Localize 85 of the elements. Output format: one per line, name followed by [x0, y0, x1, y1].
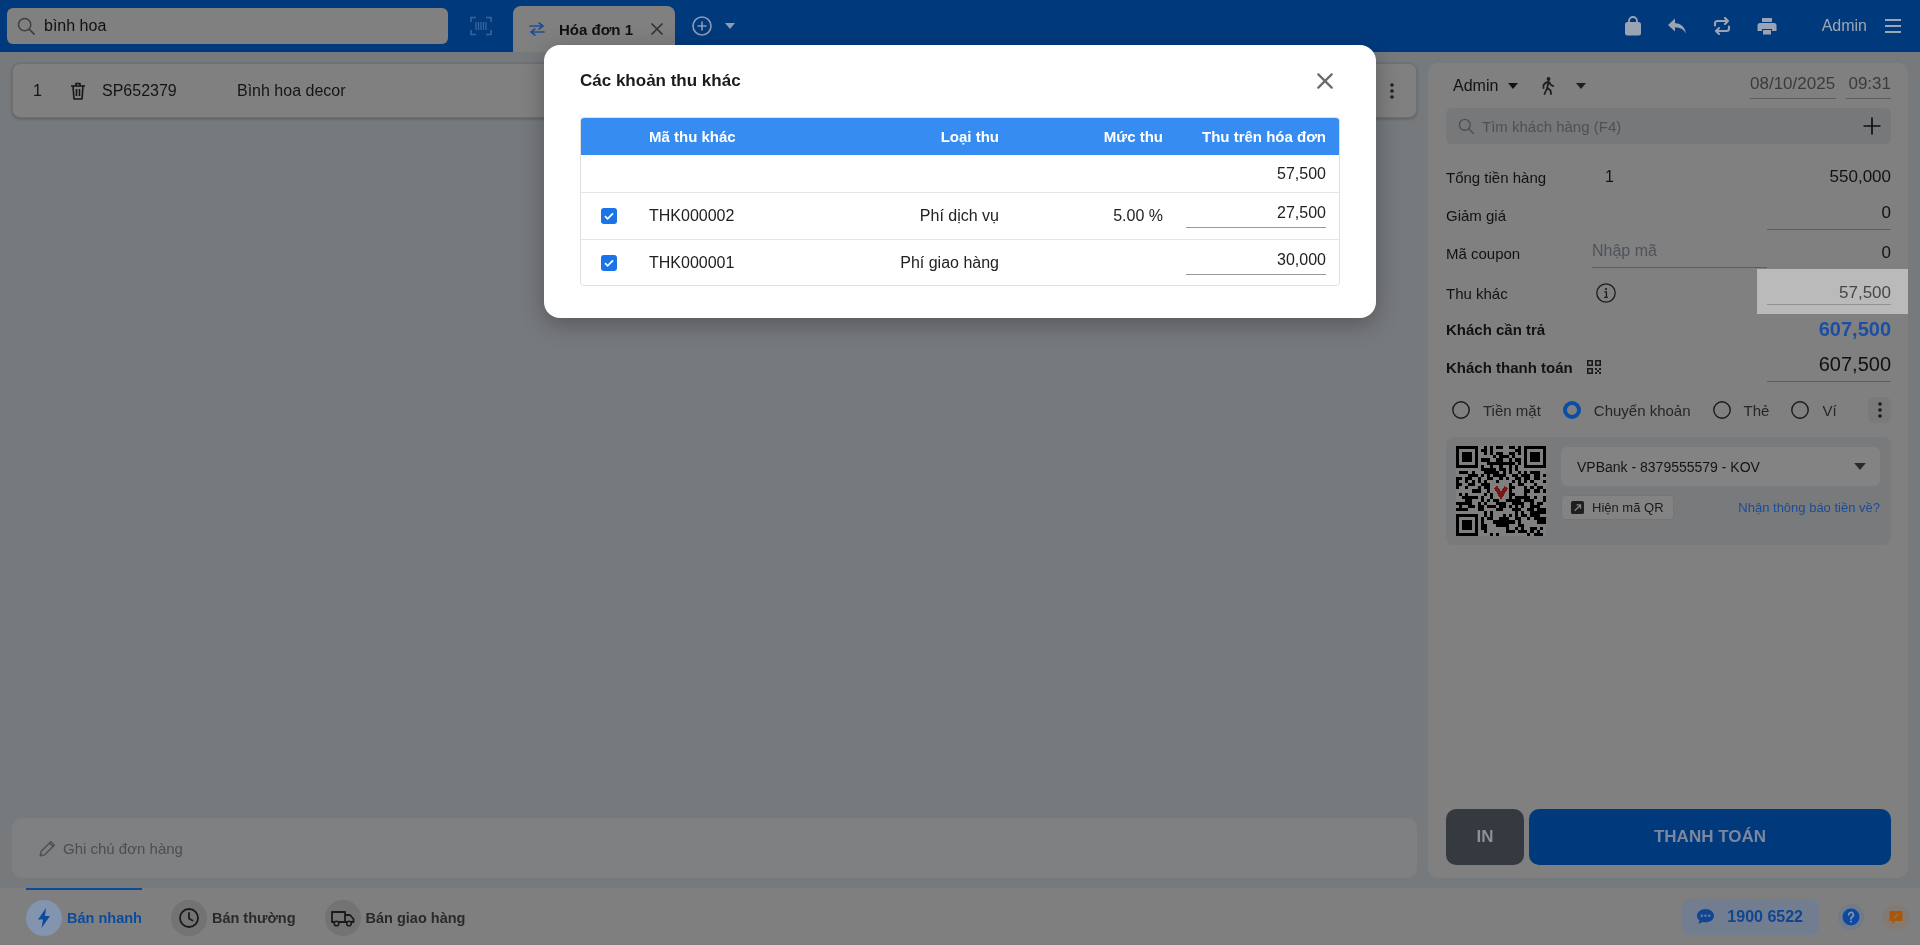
- print-button[interactable]: IN: [1446, 809, 1524, 865]
- dialog-title: Các khoản thu khác: [580, 71, 741, 91]
- summary-label: Tổng tiền hàng: [1446, 168, 1548, 186]
- item-count: 1: [1604, 168, 1615, 186]
- time-field[interactable]: 09:31: [1846, 73, 1891, 99]
- radio-button[interactable]: [1791, 401, 1810, 419]
- discount-field[interactable]: 0: [1767, 200, 1891, 230]
- table-cell-text: THK000001: [648, 253, 736, 272]
- summary-label: Khách thanh toán: [1446, 358, 1574, 376]
- invoice-tab[interactable]: Hóa đơn 1: [513, 6, 675, 52]
- account-menu[interactable]: Admin: [1821, 17, 1867, 35]
- payment-method-option[interactable]: Chuyển khoản: [1562, 401, 1691, 419]
- column-header: Mức thu: [1103, 128, 1164, 145]
- summary-label: Mã coupon: [1446, 244, 1522, 262]
- printer-icon[interactable]: [1756, 17, 1777, 35]
- hotline-button[interactable]: 1900 6522: [1682, 898, 1819, 935]
- summary-value: 0: [1881, 243, 1891, 263]
- table-cell-text: THK000002: [648, 207, 736, 225]
- truck-icon: [324, 899, 361, 936]
- search-icon: [1458, 118, 1474, 134]
- help-icon[interactable]: [1838, 903, 1864, 930]
- repeat-arrows-icon[interactable]: [1711, 17, 1732, 35]
- product-name: Bình hoa decor: [237, 81, 347, 100]
- swap-arrows-icon: [529, 22, 545, 36]
- reply-arrow-icon[interactable]: [1666, 18, 1687, 34]
- trash-icon[interactable]: [70, 81, 86, 100]
- table-cell-text: 57,500: [1276, 164, 1327, 183]
- summary-label: Thu khác: [1446, 284, 1509, 302]
- sale-mode-tab[interactable]: Bán giao hàng: [324, 888, 466, 945]
- amount-field[interactable]: 30,000: [1186, 250, 1326, 275]
- payment-method-option[interactable]: Ví: [1791, 401, 1837, 419]
- close-icon[interactable]: [651, 23, 663, 35]
- caret-down-icon: [1508, 83, 1519, 89]
- payment-method-option[interactable]: Tiền mặt: [1452, 401, 1541, 419]
- show-qr-button[interactable]: Hiện mã QR: [1561, 495, 1674, 520]
- info-icon[interactable]: [1596, 283, 1616, 303]
- column-header: Mã thu khác: [648, 128, 737, 145]
- more-button[interactable]: [1868, 397, 1891, 423]
- sale-mode-tab[interactable]: Bán thường: [170, 888, 296, 945]
- kebab-icon: [1877, 402, 1882, 418]
- summary-label: Khách cần trả: [1446, 320, 1547, 338]
- search-input[interactable]: bình hoa: [44, 15, 438, 37]
- plus-icon[interactable]: [1863, 117, 1881, 135]
- summary-label: Giảm giá: [1446, 206, 1508, 224]
- square-arrow-icon: [1571, 501, 1584, 514]
- search-icon: [17, 17, 35, 35]
- column-header: Thu trên hóa đơn: [1201, 128, 1327, 145]
- row-number: 1: [33, 81, 43, 100]
- amount-field[interactable]: 27,500: [1186, 204, 1326, 228]
- caret-down-icon: [1854, 463, 1866, 470]
- chat-bubble-icon: [1696, 908, 1716, 925]
- payment-method-option[interactable]: Thẻ: [1712, 401, 1770, 419]
- walking-person-icon[interactable]: [1540, 77, 1555, 95]
- clock-icon: [170, 899, 207, 936]
- close-icon[interactable]: [1317, 73, 1333, 89]
- checkbox[interactable]: [601, 254, 617, 271]
- radio-button[interactable]: [1562, 401, 1581, 419]
- radio-button[interactable]: [1452, 401, 1470, 419]
- product-code: SP652379: [102, 81, 178, 100]
- plus-circle-icon[interactable]: [692, 16, 712, 36]
- column-header: Loại thu: [940, 128, 1000, 145]
- date-field[interactable]: 08/10/2025: [1750, 73, 1836, 99]
- radio-button[interactable]: [1712, 401, 1731, 419]
- caret-down-icon[interactable]: [725, 23, 735, 29]
- lightning-icon: [26, 899, 62, 936]
- table-cell-text: 5.00 %: [1113, 207, 1164, 225]
- qr-code-icon[interactable]: [1587, 360, 1601, 374]
- product-search-field[interactable]: bình hoa: [7, 8, 448, 44]
- caret-down-icon[interactable]: [1576, 83, 1587, 89]
- payment-notification-link[interactable]: Nhận thông báo tiền về?: [1738, 500, 1880, 515]
- bank-account-dropdown[interactable]: VPBank - 8379555579 - KOV: [1561, 447, 1880, 486]
- summary-value: 550,000: [1829, 167, 1891, 187]
- amount-due: 607,500: [1818, 317, 1891, 341]
- checkout-button[interactable]: THANH TOÁN: [1529, 809, 1891, 865]
- checkbox[interactable]: [601, 208, 617, 224]
- sale-mode-tab[interactable]: Bán nhanh: [26, 888, 142, 945]
- table-cell-text: Phí dịch vụ: [919, 207, 1000, 225]
- seller-dropdown[interactable]: Admin: [1446, 73, 1519, 99]
- customer-paid-field[interactable]: 607,500: [1767, 352, 1891, 382]
- shopping-bag-icon[interactable]: [1623, 16, 1642, 36]
- kebab-icon[interactable]: [1390, 82, 1394, 99]
- pencil-icon: [39, 839, 56, 857]
- table-cell-text: Phí giao hàng: [900, 253, 1000, 272]
- other-fees-field[interactable]: 57,500: [1757, 269, 1908, 314]
- menu-icon[interactable]: [1885, 19, 1901, 33]
